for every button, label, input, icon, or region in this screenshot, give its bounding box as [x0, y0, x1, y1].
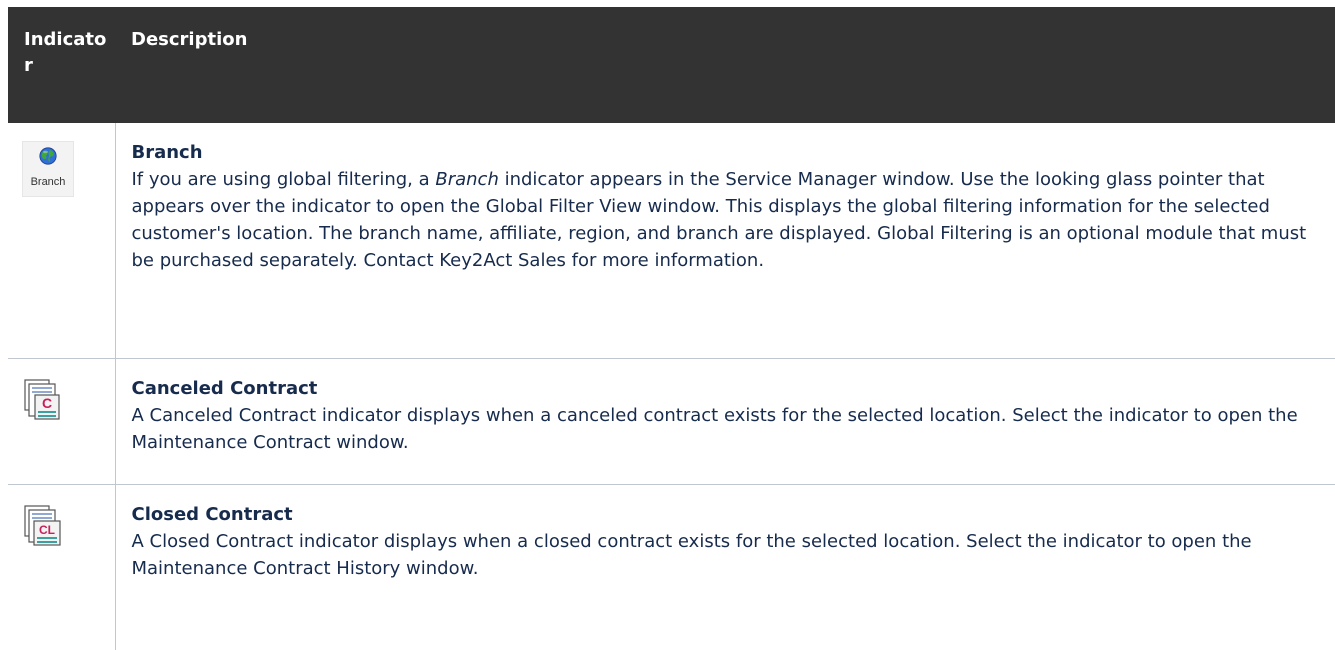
indicator-cell: C — [8, 358, 116, 485]
closed-contract-icon-letters: CL — [39, 523, 55, 537]
closed-contract-icon[interactable]: CL — [22, 503, 62, 547]
indicator-cell: Branch — [8, 123, 116, 359]
item-title: Branch — [131, 142, 203, 163]
branch-icon-label: Branch — [30, 176, 66, 188]
item-body: If you are using global filtering, a Bra… — [132, 169, 1307, 271]
indicator-cell: CL — [8, 484, 116, 650]
item-body-emphasis: Branch — [435, 169, 499, 190]
description-cell: Closed Contract A Closed Contract indica… — [115, 484, 1335, 650]
table-row: CL Closed Contract A Closed Contract ind… — [8, 484, 1335, 650]
canceled-contract-icon-letter: C — [42, 395, 52, 411]
table-row: Branch Branch If you are using global fi… — [8, 123, 1335, 359]
item-title: Canceled Contract — [131, 377, 318, 399]
column-header-description: Description — [131, 29, 248, 50]
item-body: A Closed Contract indicator displays whe… — [131, 530, 1252, 579]
table-header-row: Indicator Description — [8, 7, 1335, 123]
indicator-table: Indicator Description Branch Branch If y… — [8, 7, 1335, 650]
indicator-page: Indicator Description Branch Branch If y… — [0, 0, 1335, 650]
column-header-indicator: Indicator — [24, 29, 107, 76]
item-body-text: If you are using global filtering, a — [131, 169, 436, 190]
item-title: Closed Contract — [131, 503, 293, 525]
description-cell: Canceled Contract A Canceled Contract in… — [115, 358, 1335, 485]
branch-globe-icon[interactable]: Branch — [22, 141, 74, 197]
globe-icon — [39, 147, 57, 165]
item-body: A Canceled Contract indicator displays w… — [131, 404, 1298, 453]
canceled-contract-icon[interactable]: C — [22, 377, 62, 421]
description-cell: Branch If you are using global filtering… — [115, 123, 1335, 359]
table-row: C Canceled Contract A Canceled Contract … — [8, 358, 1335, 485]
